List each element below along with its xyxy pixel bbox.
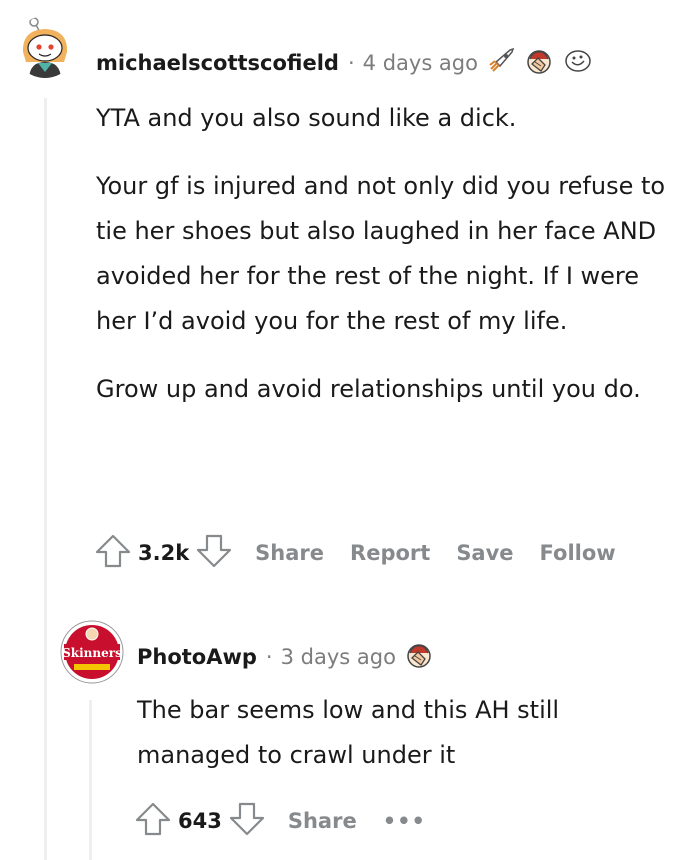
smile-award-icon[interactable]: [562, 46, 594, 80]
comment-paragraph: Grow up and avoid relationships until yo…: [96, 375, 641, 403]
facepalm-award-icon[interactable]: [404, 640, 434, 674]
comment-actions: 643 Share •••: [134, 800, 452, 842]
timestamp-link[interactable]: 4 days ago: [363, 51, 478, 75]
comment-meta: PhotoAwp · 3 days ago: [137, 640, 434, 674]
rocket-award-icon[interactable]: [486, 46, 516, 80]
comment-body: The bar seems low and this AH still mana…: [137, 688, 637, 801]
comment-paragraph: Your gf is injured and not only did you …: [96, 172, 666, 335]
thread-line-main[interactable]: [44, 98, 47, 860]
share-button[interactable]: Share: [288, 809, 357, 833]
user-avatar[interactable]: Skinners: [60, 620, 124, 684]
timestamp-link[interactable]: 3 days ago: [281, 645, 396, 669]
downvote-icon[interactable]: [228, 800, 266, 842]
upvote-icon[interactable]: [94, 532, 132, 574]
facepalm-award-icon[interactable]: [524, 46, 554, 80]
comment-body: YTA and you also sound like a dick. Your…: [96, 96, 681, 435]
save-button[interactable]: Save: [456, 541, 513, 565]
comment-paragraph: The bar seems low and this AH still mana…: [137, 696, 560, 769]
comment-meta: michaelscottscofield · 4 days ago: [96, 46, 594, 80]
upvote-icon[interactable]: [134, 800, 172, 842]
vote-score: 3.2k: [138, 541, 190, 565]
thread-line-reply[interactable]: [89, 700, 92, 860]
report-button[interactable]: Report: [350, 541, 430, 565]
avatar-logo-text: Skinners: [62, 646, 122, 660]
vote-score: 643: [178, 809, 222, 833]
user-avatar[interactable]: [14, 16, 76, 78]
comment-actions: 3.2k Share Report Save Follow: [94, 532, 642, 574]
username-link[interactable]: PhotoAwp: [137, 645, 257, 669]
meta-separator: ·: [265, 645, 273, 669]
downvote-icon[interactable]: [195, 532, 233, 574]
share-button[interactable]: Share: [255, 541, 324, 565]
follow-button[interactable]: Follow: [540, 541, 616, 565]
comment-paragraph: YTA and you also sound like a dick.: [96, 104, 517, 132]
more-options-button[interactable]: •••: [383, 809, 426, 833]
meta-separator: ·: [347, 51, 355, 75]
username-link[interactable]: michaelscottscofield: [96, 51, 339, 75]
